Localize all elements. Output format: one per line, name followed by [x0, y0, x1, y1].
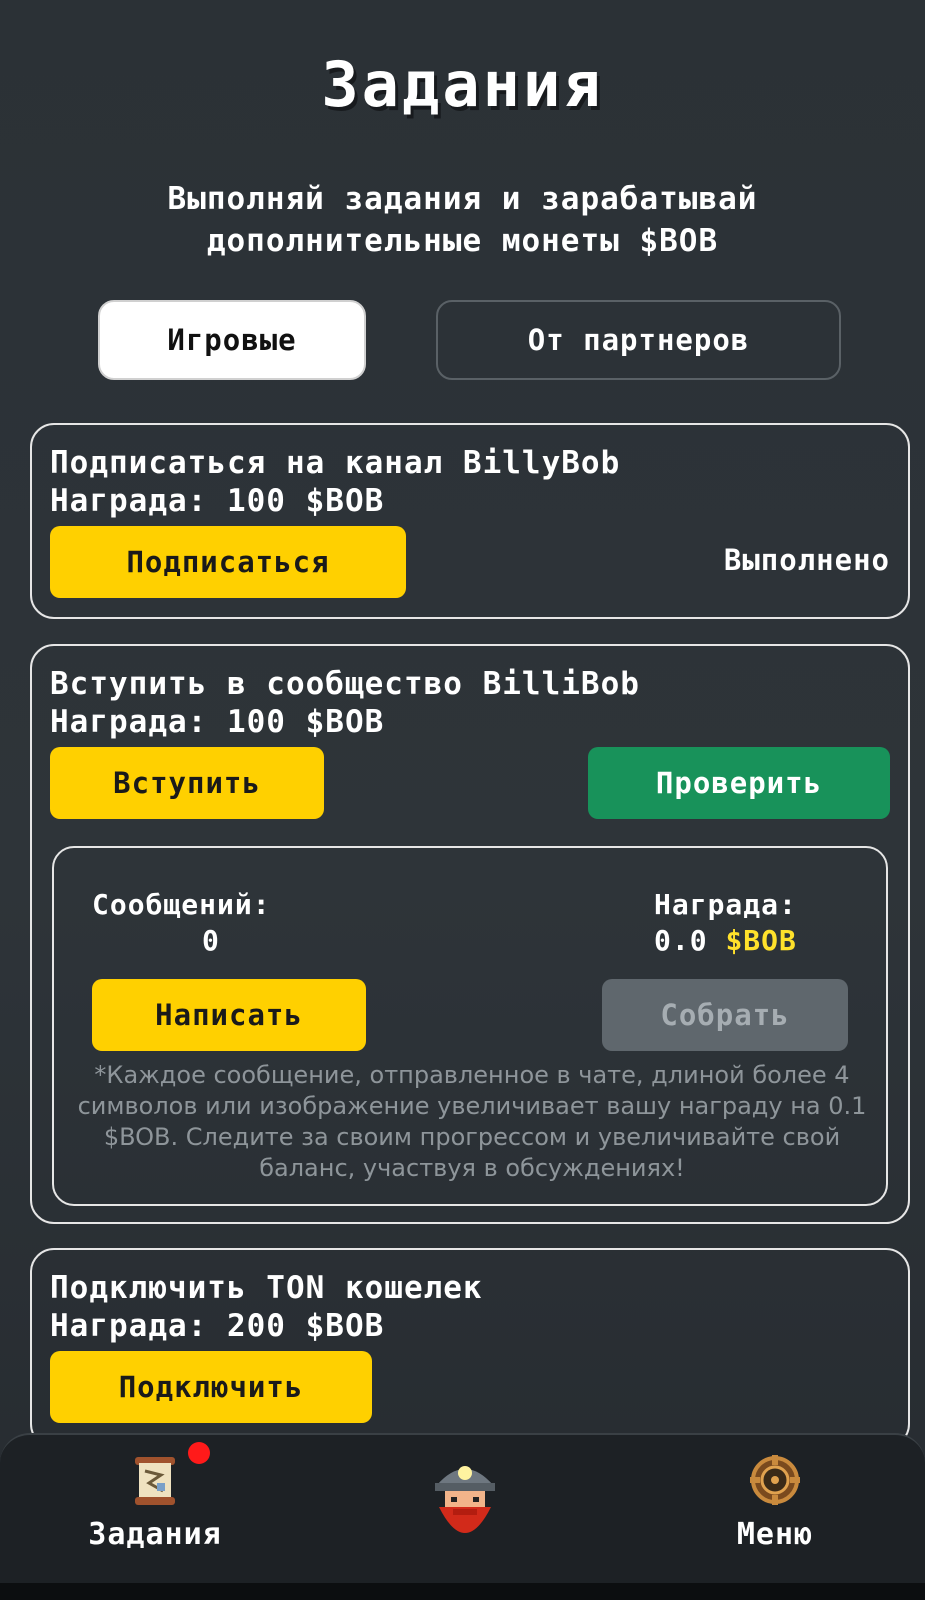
task-card-subscribe: Подписаться на канал BillyBob Награда: 1… — [30, 423, 910, 619]
write-button[interactable]: Написать — [92, 979, 366, 1051]
task-reward: Награда: 200 $BOB — [50, 1308, 385, 1344]
subtitle-line-2: дополнительные монеты $BOB — [206, 223, 719, 259]
task-reward: Награда: 100 $BOB — [50, 704, 385, 740]
messages-reward-panel: Сообщений: 0 Награда: 0.0 $BOB Написать … — [52, 846, 888, 1206]
nav-item-tasks[interactable]: Задания — [50, 1453, 260, 1552]
subtitle-line-1: Выполняй задания и зарабатывай — [167, 181, 758, 217]
reward-value: 0.0 — [654, 924, 708, 957]
page-subtitle: Выполняй задания и зарабатывай дополните… — [40, 178, 885, 262]
task-title: Вступить в сообщество BilliBob — [50, 666, 640, 702]
messages-count: 0 — [202, 924, 220, 957]
tab-game[interactable]: Игровые — [98, 300, 366, 380]
gear-emblem-icon — [750, 1455, 800, 1505]
task-title: Подключить TON кошелек — [50, 1270, 483, 1306]
notification-dot — [188, 1442, 210, 1464]
task-reward: Награда: 100 $BOB — [50, 483, 385, 519]
bottom-nav: Задания Меню — [0, 1433, 925, 1585]
nav-item-menu[interactable]: Меню — [690, 1453, 860, 1552]
nav-item-home[interactable] — [420, 1449, 510, 1549]
collect-button[interactable]: Собрать — [602, 979, 848, 1051]
reward-amount: 0.0 $BOB — [654, 924, 797, 957]
task-card-community: Вступить в сообщество BilliBob Награда: … — [30, 644, 910, 1224]
page-title: Задания — [321, 48, 604, 121]
system-bottom-strip — [0, 1583, 925, 1600]
nav-label-menu: Меню — [736, 1517, 814, 1552]
task-title: Подписаться на канал BillyBob — [50, 445, 621, 481]
miner-avatar-icon — [435, 1466, 495, 1533]
messages-label: Сообщений: — [92, 888, 271, 921]
nav-label-tasks: Задания — [88, 1517, 222, 1552]
reward-note: *Каждое сообщение, отправленное в чате, … — [77, 1061, 867, 1182]
scroll-map-icon — [135, 1457, 175, 1505]
subscribe-button[interactable]: Подписаться — [50, 526, 406, 598]
check-button[interactable]: Проверить — [588, 747, 890, 819]
connect-button[interactable]: Подключить — [50, 1351, 372, 1423]
join-button[interactable]: Вступить — [50, 747, 324, 819]
reward-label: Награда: — [654, 888, 797, 921]
task-card-ton-wallet: Подключить TON кошелек Награда: 200 $BOB… — [30, 1248, 910, 1448]
status-completed: Выполнено — [723, 543, 890, 577]
reward-currency: $BOB — [725, 924, 797, 957]
tab-partners[interactable]: От партнеров — [436, 300, 841, 380]
